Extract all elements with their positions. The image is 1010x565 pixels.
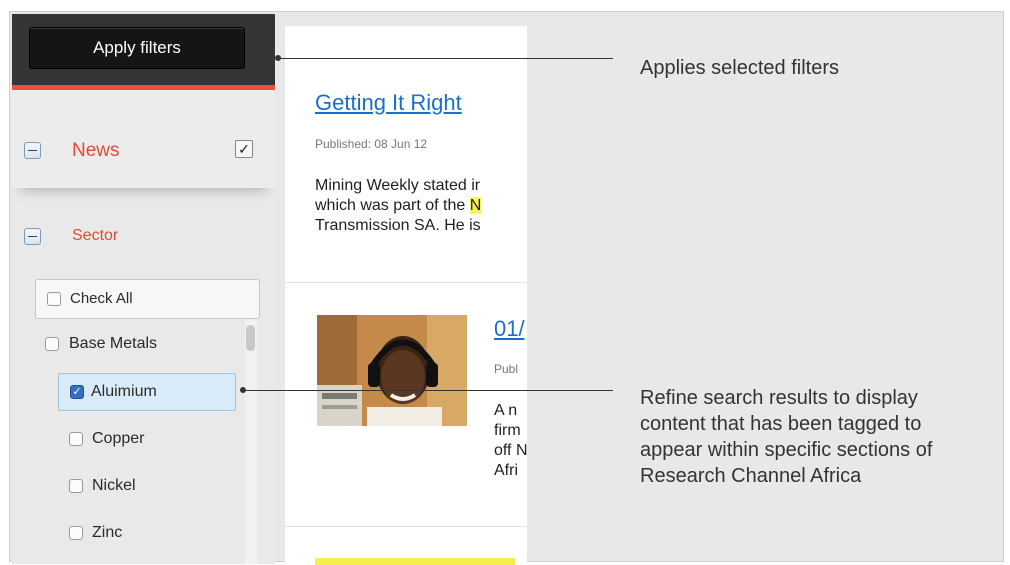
callout-refine-text: Refine search results to display content… xyxy=(640,385,932,489)
callout-refine-line: content that has been tagged to xyxy=(640,413,922,435)
article-title-link[interactable]: 01/ xyxy=(494,316,525,342)
filter-sidebar: Apply filters News ✓ Sector Check All Ba… xyxy=(12,14,275,564)
news-filter-row: News ✓ xyxy=(12,90,275,188)
option-base-metals-label: Base Metals xyxy=(69,335,158,352)
callout-refine-line: Research Channel Africa xyxy=(640,465,862,487)
article-thumbnail-image[interactable] xyxy=(317,315,467,426)
option-copper-label: Copper xyxy=(92,430,145,447)
nickel-checkbox[interactable] xyxy=(69,479,83,493)
article-excerpt-line: A n xyxy=(494,402,518,419)
check-all-label: Check All xyxy=(70,290,133,307)
base-metals-checkbox[interactable] xyxy=(45,337,59,351)
result-divider xyxy=(285,526,527,527)
apply-filters-button[interactable]: Apply filters xyxy=(29,27,245,69)
article-excerpt-line: firm xyxy=(494,422,521,439)
collapse-news-icon[interactable] xyxy=(24,142,41,159)
zinc-checkbox[interactable] xyxy=(69,526,83,540)
aluminium-checkbox[interactable]: ✓ xyxy=(70,385,84,399)
option-nickel-label: Nickel xyxy=(92,477,136,494)
highlighted-result-bar xyxy=(315,558,515,565)
callout-refine-line: Refine search results to display xyxy=(640,387,918,409)
article-title-link[interactable]: Getting It Right xyxy=(315,90,462,116)
check-all-row[interactable]: Check All xyxy=(35,279,260,319)
article-published-date: Publ xyxy=(494,362,519,376)
option-zinc-label: Zinc xyxy=(92,524,123,541)
option-aluminium-label: Aluimium xyxy=(91,383,157,400)
collapse-sector-icon[interactable] xyxy=(24,228,41,245)
check-all-checkbox[interactable] xyxy=(47,292,61,306)
scrollbar-thumb[interactable] xyxy=(246,325,255,351)
sidebar-header: Apply filters xyxy=(12,14,275,90)
article-excerpt-line: Transmission SA. He is xyxy=(315,217,481,234)
copper-checkbox[interactable] xyxy=(69,432,83,446)
options-scrollbar[interactable] xyxy=(245,319,257,564)
callout-apply-text: Applies selected filters xyxy=(640,57,839,79)
article-excerpt-line: Afri xyxy=(494,462,518,479)
result-divider xyxy=(285,282,527,283)
news-label: News xyxy=(72,140,120,161)
sector-label: Sector xyxy=(72,227,119,244)
article-excerpt-line: which was part of the N xyxy=(315,197,482,214)
option-aluminium-row[interactable]: ✓ Aluimium xyxy=(58,373,236,411)
callout-line-refine xyxy=(243,390,613,391)
search-results-panel: Getting It Right Published: 08 Jun 12 Mi… xyxy=(285,26,527,565)
article-excerpt-line: off N xyxy=(494,442,527,459)
article-published-date: Published: 08 Jun 12 xyxy=(315,137,428,151)
callout-refine-line: appear within specific sections of xyxy=(640,439,933,461)
callout-line-apply xyxy=(278,58,613,59)
article-excerpt-line: Mining Weekly stated ir xyxy=(315,177,481,194)
news-checkbox[interactable]: ✓ xyxy=(235,140,253,158)
search-term-highlight: N xyxy=(469,197,482,214)
man-with-headphones-icon xyxy=(317,315,467,426)
